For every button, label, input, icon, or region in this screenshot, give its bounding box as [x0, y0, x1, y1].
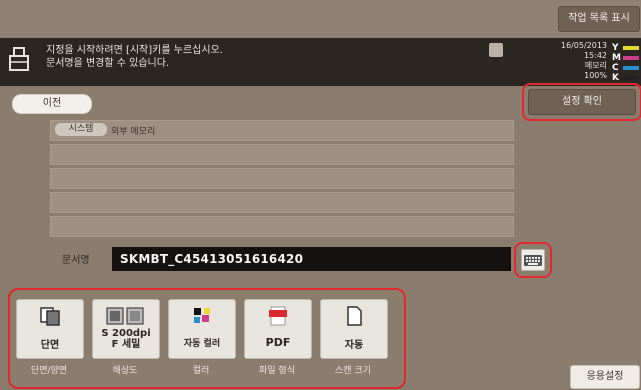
toner-bar-icon: [623, 56, 639, 60]
toner-k: K: [612, 73, 640, 83]
confirm-highlight: 설정 확인: [522, 83, 641, 121]
duplex-caption: 단면/양면: [30, 366, 68, 376]
filename-label: 문서명: [62, 255, 90, 266]
empty-row: [50, 192, 514, 213]
resolution-icon: [106, 307, 144, 325]
toner-letter: C: [612, 63, 619, 73]
confirm-settings-button[interactable]: 설정 확인: [528, 89, 636, 115]
scan-size-label: 자동: [344, 340, 364, 351]
color-mode-icon: [194, 308, 210, 323]
back-button[interactable]: 이전: [12, 94, 92, 114]
page-size-icon: [347, 306, 362, 326]
toner-bar-icon: [623, 76, 639, 80]
document-status-icon: [489, 43, 503, 57]
duplex-label: 단면: [40, 340, 60, 351]
top-strip: [0, 0, 641, 37]
duplex-button[interactable]: 단면: [16, 299, 84, 359]
pdf-icon: [269, 306, 287, 326]
keyboard-highlight: [514, 242, 552, 278]
destination-name: 외부 메모리: [111, 127, 156, 137]
toner-y: Y: [612, 43, 640, 53]
scan-size-button[interactable]: 자동: [320, 299, 388, 359]
job-list-button[interactable]: 작업 목록 표시: [558, 6, 640, 32]
duplex-icon: [40, 307, 60, 326]
resolution-label-line-1: S 200dpi: [101, 328, 151, 339]
filename-field[interactable]: SKMBT_C45413051616420: [112, 247, 511, 271]
resolution-label: S 200dpi F 세밀: [93, 328, 159, 350]
toner-levels: Y M C K: [612, 43, 640, 83]
application-settings-button[interactable]: 응용설정: [570, 365, 640, 389]
scan-screen: 작업 목록 표시 지정을 시작하려면 [시작]키를 누르십시오. 문서명을 변경…: [0, 0, 641, 390]
toner-letter: K: [612, 73, 619, 83]
file-type-button[interactable]: PDF: [244, 299, 312, 359]
destination-list: 시스템 외부 메모리: [50, 120, 514, 240]
empty-row: [50, 168, 514, 189]
status-date: 16/05/2013: [560, 41, 607, 50]
status-readout: 16/05/2013 15:42 메모리 100%: [555, 41, 607, 81]
color-button[interactable]: 자동 컬러: [168, 299, 236, 359]
instruction-text: 지정을 시작하려면 [시작]키를 누르십시오. 문서명을 변경할 수 있습니다.: [46, 44, 223, 70]
toner-bar-icon: [623, 46, 639, 50]
file-type-label: PDF: [265, 336, 291, 349]
toner-bar-icon: [623, 66, 639, 70]
destination-row[interactable]: 시스템 외부 메모리: [50, 120, 514, 141]
keyboard-button[interactable]: [521, 249, 545, 271]
status-time: 15:42: [583, 51, 607, 60]
color-label: 자동 컬러: [183, 339, 221, 349]
status-memory-value: 100%: [584, 71, 607, 80]
scan-size-caption: 스캔 크기: [335, 366, 371, 376]
toner-letter: Y: [612, 43, 619, 53]
function-highlight: 단면 단면/양면 S 200dpi F 세밀 해상도 자동 컬러 컬러 PDF …: [8, 288, 406, 389]
toner-m: M: [612, 53, 640, 63]
message-bar: 지정을 시작하려면 [시작]키를 누르십시오. 문서명을 변경할 수 있습니다.…: [0, 38, 641, 86]
resolution-label-line-2: F 세밀: [111, 339, 141, 350]
resolution-caption: 해상도: [112, 366, 138, 376]
instruction-line-2: 문서명을 변경할 수 있습니다.: [46, 58, 170, 69]
empty-row: [50, 144, 514, 165]
system-tag: 시스템: [55, 123, 107, 136]
color-caption: 컬러: [192, 366, 210, 376]
toner-c: C: [612, 63, 640, 73]
instruction-line-1: 지정을 시작하려면 [시작]키를 누르십시오.: [46, 45, 223, 56]
resolution-button[interactable]: S 200dpi F 세밀: [92, 299, 160, 359]
toner-letter: M: [612, 53, 621, 63]
scanner-icon: [9, 47, 29, 71]
file-type-caption: 파일 형식: [259, 366, 295, 376]
status-memory-label: 메모리: [584, 61, 607, 70]
keyboard-icon: [524, 255, 542, 266]
empty-row: [50, 216, 514, 237]
